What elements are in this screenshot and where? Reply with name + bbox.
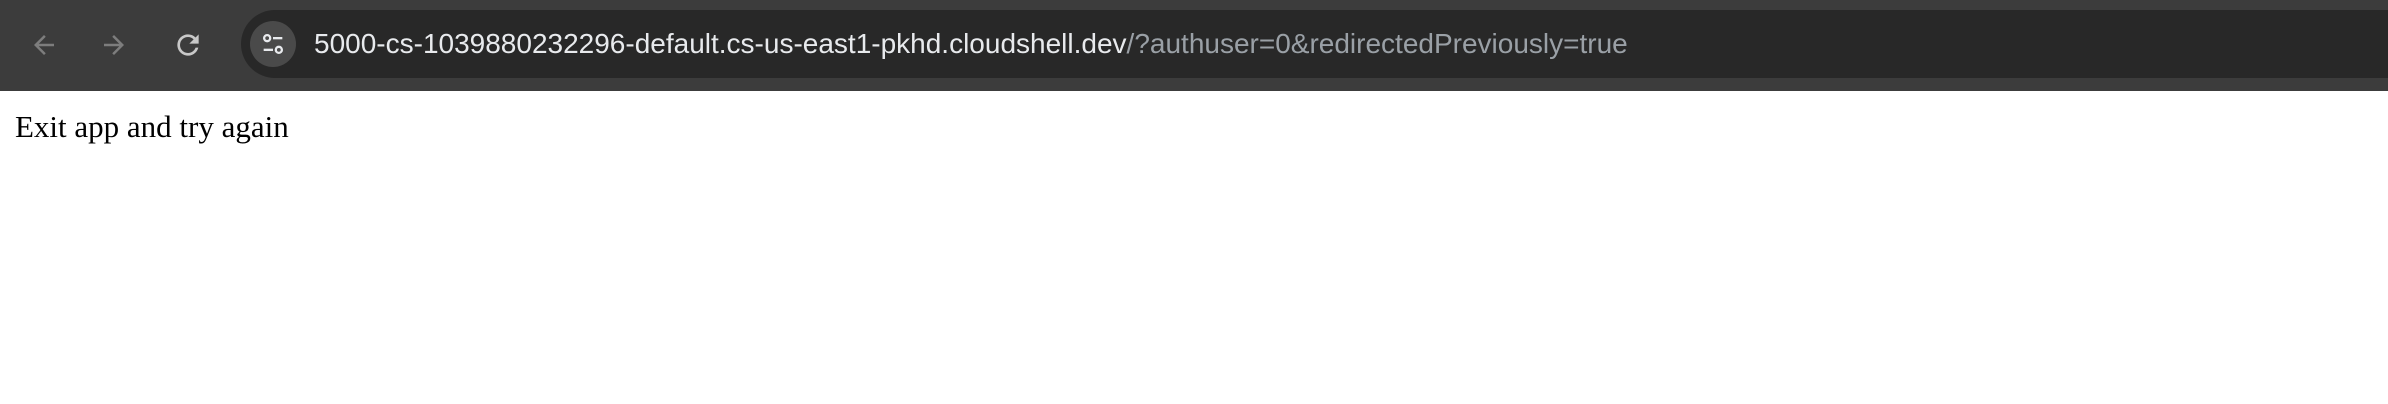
address-bar[interactable]: 5000-cs-1039880232296-default.cs-us-east… — [241, 10, 2388, 78]
url-text[interactable]: 5000-cs-1039880232296-default.cs-us-east… — [314, 10, 1628, 78]
forward-button[interactable] — [91, 22, 137, 68]
reload-button[interactable] — [165, 22, 211, 68]
tune-icon — [262, 33, 284, 55]
error-message: Exit app and try again — [15, 109, 289, 144]
url-host: 5000-cs-1039880232296-default.cs-us-east… — [314, 28, 1127, 59]
arrow-left-icon — [34, 35, 54, 55]
browser-toolbar: 5000-cs-1039880232296-default.cs-us-east… — [0, 0, 2388, 91]
reload-icon — [177, 34, 199, 56]
arrow-right-icon — [104, 35, 124, 55]
site-info-button[interactable] — [250, 21, 296, 67]
page-content: Exit app and try again — [0, 91, 2388, 404]
back-button[interactable] — [21, 22, 67, 68]
url-path: /?authuser=0&redirectedPreviously=true — [1126, 28, 1628, 59]
